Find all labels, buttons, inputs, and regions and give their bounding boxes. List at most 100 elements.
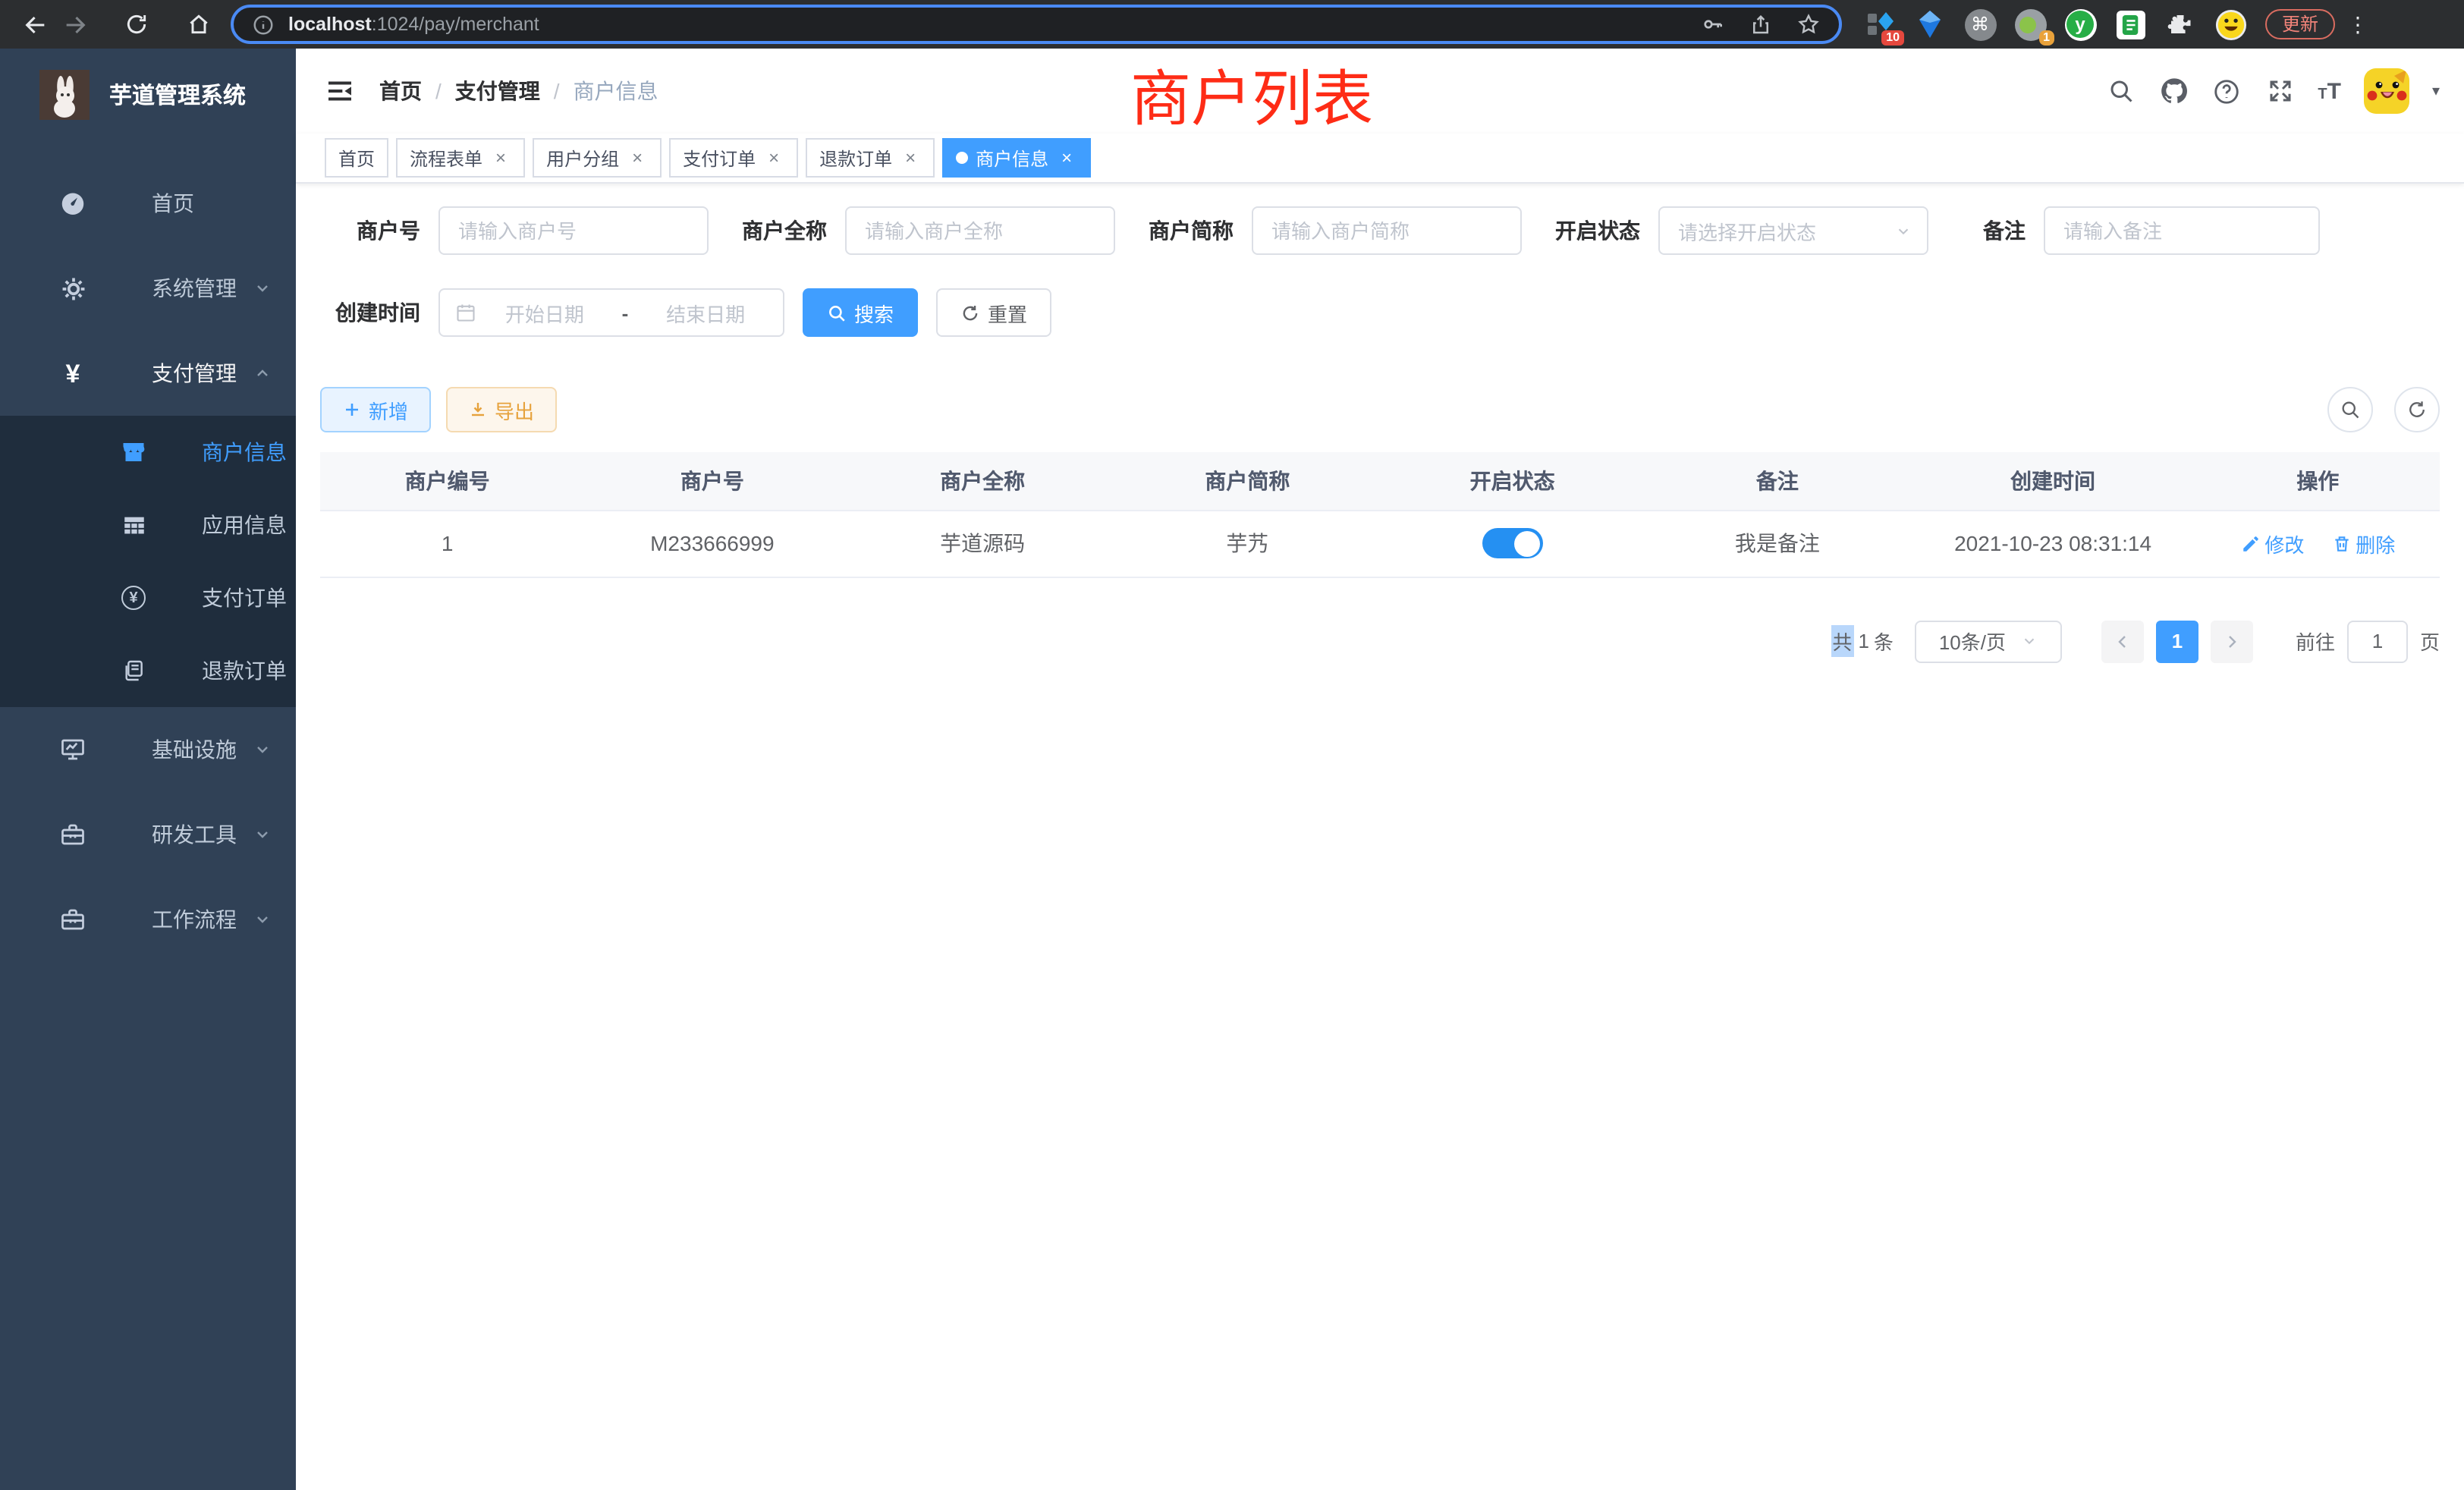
cell-full-name: 芋道源码 (850, 510, 1114, 577)
url-host: localhost (288, 14, 372, 35)
bookmark-star-icon[interactable] (1796, 12, 1821, 36)
delete-link[interactable]: 删除 (2331, 529, 2395, 558)
sidebar-item-dev-tools[interactable]: 研发工具 (0, 792, 296, 877)
browser-reload-button[interactable] (117, 5, 156, 44)
site-info-icon[interactable] (252, 13, 275, 36)
chevron-up-icon (253, 364, 272, 382)
share-icon[interactable] (1749, 13, 1772, 36)
cell-merchant-no: M233666999 (574, 510, 850, 577)
extension-camera-icon[interactable]: 1 (2013, 8, 2047, 41)
gear-icon (59, 275, 86, 302)
sidebar-item-app-info[interactable]: 应用信息 (0, 489, 296, 561)
extensions-puzzle-icon[interactable] (2164, 8, 2197, 41)
breadcrumb-home[interactable]: 首页 (379, 76, 422, 106)
status-label: 开启状态 (1540, 215, 1658, 246)
app-logo[interactable]: 芋道管理系统 (0, 49, 296, 140)
tab-user-group[interactable]: 用户分组× (533, 138, 662, 178)
merchant-no-input[interactable] (438, 206, 709, 255)
table-row: 1 M233666999 芋道源码 芋艿 我是备注 2021-10-23 08:… (320, 510, 2440, 577)
browser-back-button[interactable] (15, 5, 55, 44)
extension-blue-diamond-icon[interactable]: 10 (1863, 8, 1897, 41)
close-icon[interactable]: × (900, 147, 921, 168)
sidebar-item-merchant-info[interactable]: 商户信息 (0, 416, 296, 489)
col-short-name: 商户简称 (1115, 452, 1380, 510)
address-bar[interactable]: localhost:1024/pay/merchant (231, 5, 1842, 44)
page-number-1[interactable]: 1 (2156, 620, 2198, 662)
next-page-button[interactable] (2211, 620, 2253, 662)
search-icon[interactable] (2105, 76, 2136, 106)
breadcrumb: 首页 / 支付管理 / 商户信息 (379, 76, 658, 106)
screen: localhost:1024/pay/merchant 10 (0, 0, 2464, 1490)
browser-update-button[interactable]: 更新 (2265, 9, 2335, 39)
sidebar-item-pay-order[interactable]: ¥ 支付订单 (0, 561, 296, 634)
password-key-icon[interactable] (1701, 12, 1725, 36)
tab-pay-order[interactable]: 支付订单× (669, 138, 798, 178)
sidebar: 芋道管理系统 首页 系统管理 ¥ (0, 49, 296, 1490)
extension-emoji-icon[interactable] (2214, 8, 2247, 41)
sidebar-item-home[interactable]: 首页 (0, 161, 296, 246)
extension-green-doc-icon[interactable] (2114, 8, 2147, 41)
close-icon[interactable]: × (490, 147, 511, 168)
prev-page-button[interactable] (2101, 620, 2144, 662)
extension-command-icon[interactable]: ⌘ (1963, 8, 1997, 41)
breadcrumb-separator: / (554, 79, 560, 103)
grid-icon (120, 511, 147, 539)
remark-input[interactable] (2044, 206, 2320, 255)
search-button[interactable]: 搜索 (803, 288, 918, 337)
merchant-no-label: 商户号 (320, 215, 438, 246)
navbar: 首页 / 支付管理 / 商户信息 (296, 49, 2464, 134)
goto-suffix: 页 (2420, 627, 2440, 655)
refresh-icon[interactable] (2394, 387, 2440, 432)
calendar-icon (455, 302, 476, 323)
browser-home-button[interactable] (179, 5, 218, 44)
browser-forward-button[interactable] (55, 5, 94, 44)
date-start-placeholder: 开始日期 (482, 298, 607, 327)
browser-menu-icon[interactable]: ⋮ (2347, 11, 2368, 37)
sidebar-submenu-pay: 商户信息 应用信息 ¥ 支付订单 (0, 416, 296, 707)
full-name-input[interactable] (845, 206, 1115, 255)
close-icon[interactable]: × (627, 147, 648, 168)
status-toggle[interactable] (1482, 528, 1543, 558)
github-icon[interactable] (2158, 76, 2189, 106)
table-header-row: 商户编号 商户号 商户全称 商户简称 开启状态 备注 创建时间 操作 (320, 452, 2440, 510)
tab-home[interactable]: 首页 (325, 138, 388, 178)
edit-link[interactable]: 修改 (2240, 529, 2304, 558)
tab-process-form[interactable]: 流程表单× (396, 138, 525, 178)
font-size-icon[interactable]: TT (2318, 78, 2341, 104)
tab-refund-order[interactable]: 退款订单× (806, 138, 935, 178)
short-name-input[interactable] (1252, 206, 1522, 255)
add-button[interactable]: 新增 (320, 387, 431, 432)
col-remark: 备注 (1645, 452, 1909, 510)
page-content: 商户号 商户全称 商户简称 开启状态 请选择开启状态 (296, 184, 2464, 685)
avatar[interactable] (2364, 68, 2409, 114)
status-select[interactable]: 请选择开启状态 (1658, 206, 1928, 255)
goto-page-input[interactable] (2347, 620, 2408, 662)
toggle-search-icon[interactable] (2327, 387, 2373, 432)
sidebar-item-label: 研发工具 (152, 819, 237, 850)
tab-merchant-info[interactable]: 商户信息× (942, 138, 1091, 178)
pagination: 共 1 条 10条/页 1 前往 (320, 620, 2440, 662)
avatar-caret-icon[interactable]: ▾ (2432, 83, 2440, 99)
breadcrumb-pay[interactable]: 支付管理 (455, 76, 540, 106)
sidebar-item-refund-order[interactable]: 退款订单 (0, 634, 296, 707)
sidebar-fold-icon[interactable] (325, 76, 355, 106)
page-size-select[interactable]: 10条/页 (1915, 620, 2062, 662)
fullscreen-icon[interactable] (2264, 76, 2295, 106)
sidebar-item-workflow[interactable]: 工作流程 (0, 877, 296, 962)
sidebar-item-infra[interactable]: 基础设施 (0, 707, 296, 792)
export-button[interactable]: 导出 (446, 387, 557, 432)
reset-button[interactable]: 重置 (936, 288, 1051, 337)
close-icon[interactable]: × (763, 147, 784, 168)
extension-y-icon[interactable]: y (2063, 8, 2097, 41)
extension-gem-icon[interactable] (1913, 8, 1947, 41)
pagination-total-prefix: 共 (1831, 625, 1853, 657)
sidebar-item-label: 退款订单 (202, 655, 287, 686)
close-icon[interactable]: × (1056, 147, 1077, 168)
sidebar-item-pay[interactable]: ¥ 支付管理 (0, 331, 296, 416)
sidebar-item-system[interactable]: 系统管理 (0, 246, 296, 331)
chevron-down-icon (253, 279, 272, 297)
date-range-input[interactable]: 开始日期 - 结束日期 (438, 288, 784, 337)
sidebar-menu: 首页 系统管理 ¥ 支付管理 (0, 140, 296, 962)
sidebar-item-label: 支付订单 (202, 583, 287, 613)
help-icon[interactable] (2211, 76, 2242, 106)
